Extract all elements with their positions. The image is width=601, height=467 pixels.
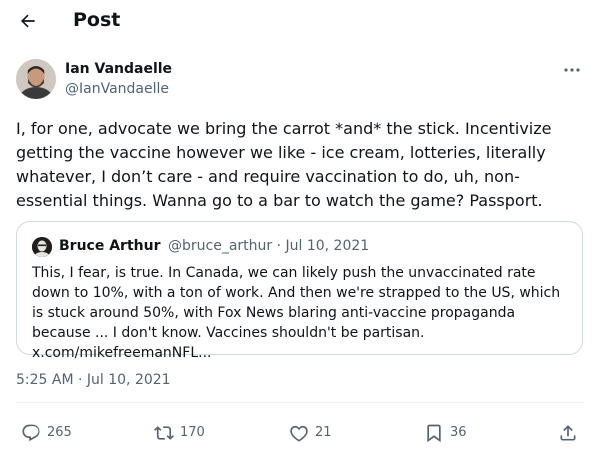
bookmark-icon (427, 424, 441, 443)
quote-avatar (32, 237, 52, 257)
repost-icon (154, 426, 174, 440)
quote-author-name: Bruce Arthur (59, 238, 161, 254)
share-button[interactable] (558, 418, 578, 448)
like-count: 21 (315, 425, 332, 440)
heart-icon (290, 425, 308, 442)
post-header: Post (0, 0, 601, 42)
more-icon (564, 68, 580, 72)
repost-count: 170 (180, 425, 205, 440)
quote-author-meta: @bruce_arthur · Jul 10, 2021 (168, 238, 370, 254)
post-timestamp[interactable]: 5:25 AM · Jul 10, 2021 (16, 370, 171, 390)
tweet-text: I, for one, advocate we bring the carrot… (16, 119, 552, 210)
avatar-photo (16, 59, 56, 99)
reply-icon (22, 424, 40, 442)
bookmark-count: 36 (450, 425, 467, 440)
bookmark-button[interactable]: 36 (424, 418, 467, 448)
arrow-left-icon (20, 14, 35, 28)
reply-button[interactable]: 265 (21, 418, 72, 448)
action-bar: 265 170 21 36 (0, 418, 601, 448)
quoted-tweet[interactable]: Bruce Arthur @bruce_arthur · Jul 10, 202… (16, 221, 583, 361)
page-title: Post (73, 9, 121, 31)
quote-text: This, I fear, is true. In Canada, we can… (32, 265, 561, 361)
reply-count: 265 (47, 425, 72, 440)
share-icon (560, 425, 576, 441)
author-name[interactable]: Ian Vandaelle (65, 60, 172, 78)
author-avatar[interactable] (16, 59, 56, 99)
more-options-button[interactable] (560, 60, 584, 80)
back-button[interactable] (16, 9, 40, 33)
author-handle[interactable]: @IanVandaelle (65, 80, 169, 98)
divider (16, 402, 585, 403)
like-button[interactable]: 21 (289, 418, 332, 448)
quote-avatar-photo (32, 237, 52, 257)
repost-button[interactable]: 170 (154, 418, 205, 448)
